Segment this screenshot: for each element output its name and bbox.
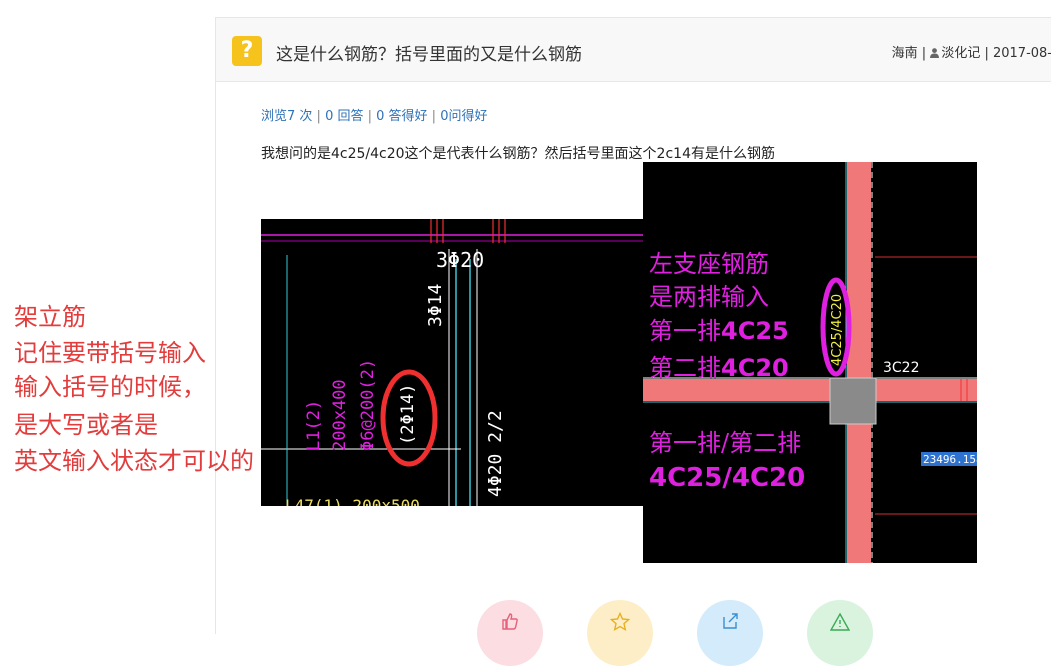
column-block (829, 377, 877, 425)
user-icon (930, 48, 940, 58)
question-date: 2017-08- (992, 46, 1051, 61)
star-icon (609, 611, 631, 637)
like-button[interactable] (477, 600, 543, 666)
views-count[interactable]: 浏览7 次 (261, 109, 312, 124)
good-questions-count[interactable]: 0问得好 (440, 109, 487, 124)
coord-value: 23496.158 (923, 453, 977, 466)
annotation-left-3: 输入括号的时候， (14, 373, 206, 401)
annotation-summary-line: 第一排/第二排 (649, 429, 801, 457)
annotation-left-1: 架立筋 (14, 303, 86, 331)
row2-prefix: 第二排 (649, 354, 721, 382)
question-header: ? 这是什么钢筋？括号里面的又是什么钢筋 海南 | 淡化记 | 2017-08- (216, 18, 1051, 82)
report-button[interactable] (807, 600, 873, 666)
question-title: 这是什么钢筋？括号里面的又是什么钢筋 (276, 45, 582, 65)
row2-value: 4C20 (721, 354, 789, 382)
thumbs-up-icon (501, 612, 519, 635)
annotation-row1: 第一排4C25 (649, 317, 789, 345)
annotation-left-2: 记住要带括号输入 (14, 339, 206, 367)
good-answers-count[interactable]: 0 答得好 (376, 109, 427, 124)
answers-count[interactable]: 0 回答 (325, 109, 363, 124)
cad-image-right: 4C25/4C20 3C22 23496.158 左支座钢筋 是两排输入 第一排… (643, 162, 977, 563)
question-mark-icon: ? (232, 36, 262, 66)
annotation-line-2: 是两排输入 (649, 283, 769, 311)
annotation-summary-value: 4C25/4C20 (649, 463, 805, 493)
share-button[interactable] (697, 600, 763, 666)
label-stirrup: Φ6@200(2) (358, 359, 378, 451)
label-beam: 3C22 (883, 360, 920, 376)
cad-drawing-right: 4C25/4C20 3C22 23496.158 左支座钢筋 是两排输入 第一排… (643, 162, 977, 563)
annotation-line-1: 左支座钢筋 (649, 250, 769, 278)
row1-value: 4C25 (721, 317, 789, 345)
label-bracket-bar: (2Φ14) (398, 384, 418, 445)
label-vertical-rebar: 4C25/4C20 (830, 294, 845, 366)
label-beam-name: L1(2) (304, 400, 324, 451)
question-body: 我想问的是4c25/4c20这个是代表什么钢筋？然后括号里面这个2c14有是什么… (261, 146, 775, 162)
share-icon (721, 612, 739, 635)
label-top-bar: 3Φ20 (436, 248, 484, 272)
question-stats: 浏览7 次 | 0 回答 | 0 答得好 | 0问得好 (261, 109, 488, 124)
label-section: 200x400 (330, 379, 350, 451)
warning-icon (829, 612, 851, 637)
cad-drawing-left: 3Φ20 3Φ14 L1(2) 200x400 Φ6@200(2) (2Φ14)… (261, 219, 643, 506)
region-link[interactable]: 海南 (892, 46, 918, 61)
user-link[interactable]: 淡化记 (941, 46, 980, 61)
favorite-button[interactable] (587, 600, 653, 666)
annotation-left-5: 英文输入状态才可以的 (14, 447, 254, 475)
annotation-row2: 第二排4C20 (649, 354, 789, 382)
question-meta: 海南 | 淡化记 | 2017-08- (891, 46, 1051, 61)
annotation-left-4: 是大写或者是 (14, 411, 158, 439)
row1-prefix: 第一排 (649, 317, 721, 345)
label-side-bar: 3Φ14 (425, 284, 446, 327)
label-bottom-text: L47(1) 200x500 (285, 496, 420, 506)
cad-image-left: 3Φ20 3Φ14 L1(2) 200x400 Φ6@200(2) (2Φ14)… (261, 219, 643, 506)
label-bottom-bar: 4Φ20 2/2 (485, 410, 506, 497)
